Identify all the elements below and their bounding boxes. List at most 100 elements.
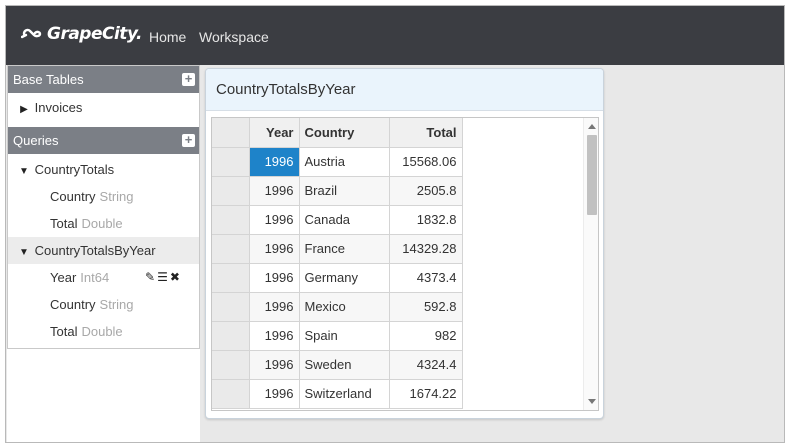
cell-total[interactable]: 14329.28: [389, 234, 463, 264]
query-result-panel: CountryTotalsByYear Year Country Total 1…: [205, 68, 604, 419]
nav-workspace-link[interactable]: Workspace: [199, 29, 269, 45]
cell-country[interactable]: Canada: [299, 205, 390, 235]
cell-total[interactable]: 15568.06: [389, 147, 463, 177]
cell-country[interactable]: Austria: [299, 147, 390, 177]
grid-corner[interactable]: [212, 118, 250, 148]
cell-year[interactable]: 1996: [249, 321, 300, 351]
sidebar-tree: Base Tables + ▶ Invoices Queries + ▼ Cou…: [7, 65, 200, 349]
field-item[interactable]: Total Double: [8, 318, 199, 345]
queries-header: Queries +: [8, 127, 199, 154]
row-header[interactable]: [212, 350, 250, 380]
row-header[interactable]: [212, 205, 250, 235]
scroll-up-arrow-icon[interactable]: [588, 124, 596, 129]
panel-header: CountryTotalsByYear: [206, 69, 603, 111]
table-row[interactable]: 1996 Austria 15568.06: [212, 147, 463, 177]
scroll-down-arrow-icon[interactable]: [588, 399, 596, 404]
caret-down-icon[interactable]: ▼: [17, 239, 31, 266]
tree-item-countrytotals[interactable]: ▼ CountryTotals: [8, 156, 199, 183]
row-header[interactable]: [212, 176, 250, 206]
column-header-total[interactable]: Total: [389, 118, 463, 148]
data-grid[interactable]: Year Country Total 1996 Austria 15568.06: [211, 117, 599, 411]
field-name: Year: [50, 270, 77, 285]
cell-country[interactable]: Spain: [299, 321, 390, 351]
cell-year[interactable]: 1996: [249, 205, 300, 235]
cell-year[interactable]: 1996: [249, 350, 300, 380]
delete-icon[interactable]: ✖: [170, 270, 182, 284]
cell-total[interactable]: 2505.8: [389, 176, 463, 206]
grid-vertical-scrollbar[interactable]: [583, 118, 598, 410]
row-header[interactable]: [212, 234, 250, 264]
scroll-thumb[interactable]: [587, 135, 597, 215]
tree-item-label: CountryTotals: [34, 162, 115, 177]
cell-year[interactable]: 1996: [249, 292, 300, 322]
table-row[interactable]: 1996 Germany 4373.4: [212, 263, 463, 293]
field-name: Country: [50, 297, 96, 312]
cell-total[interactable]: 4373.4: [389, 263, 463, 293]
tree-item-label: Invoices: [34, 100, 83, 115]
caret-down-icon[interactable]: ▼: [17, 158, 31, 185]
field-type: Double: [81, 216, 123, 231]
cell-total[interactable]: 592.8: [389, 292, 463, 322]
column-header-year[interactable]: Year: [249, 118, 300, 148]
grapecity-logo-icon: [21, 28, 42, 39]
brand-logo[interactable]: GrapeCity.: [21, 24, 142, 44]
cell-country[interactable]: Germany: [299, 263, 390, 293]
field-item[interactable]: Total Double: [8, 210, 199, 237]
cell-country[interactable]: Switzerland: [299, 379, 390, 409]
navbar: GrapeCity. Home Workspace: [6, 6, 784, 65]
column-header-country[interactable]: Country: [299, 118, 390, 148]
table-row[interactable]: 1996 France 14329.28: [212, 234, 463, 264]
row-header[interactable]: [212, 263, 250, 293]
tree-item-invoices[interactable]: ▶ Invoices: [8, 94, 199, 121]
app-window: GrapeCity. Home Workspace Base Tables + …: [5, 5, 785, 443]
field-item[interactable]: Country String: [8, 183, 199, 210]
table-row[interactable]: 1996 Mexico 592.8: [212, 292, 463, 322]
nav-home-link[interactable]: Home: [149, 29, 186, 45]
row-header[interactable]: [212, 292, 250, 322]
grid-table: Year Country Total 1996 Austria 15568.06: [212, 118, 463, 409]
cell-country[interactable]: France: [299, 234, 390, 264]
cell-total[interactable]: 4324.4: [389, 350, 463, 380]
field-item[interactable]: Country String: [8, 291, 199, 318]
edit-icon[interactable]: ✎: [145, 270, 157, 284]
table-row[interactable]: 1996 Brazil 2505.8: [212, 176, 463, 206]
cell-year[interactable]: 1996: [249, 234, 300, 264]
list-icon[interactable]: ☰: [157, 270, 170, 284]
caret-right-icon[interactable]: ▶: [17, 96, 31, 123]
row-header[interactable]: [212, 379, 250, 409]
table-row[interactable]: 1996 Canada 1832.8: [212, 205, 463, 235]
cell-country[interactable]: Mexico: [299, 292, 390, 322]
field-name: Total: [50, 216, 78, 231]
row-header[interactable]: [212, 321, 250, 351]
table-row[interactable]: 1996 Sweden 4324.4: [212, 350, 463, 380]
cell-country[interactable]: Brazil: [299, 176, 390, 206]
field-name: Total: [50, 324, 78, 339]
field-type: Double: [81, 324, 123, 339]
cell-country[interactable]: Sweden: [299, 350, 390, 380]
table-row[interactable]: 1996 Switzerland 1674.22: [212, 379, 463, 409]
add-query-icon[interactable]: +: [182, 133, 195, 147]
table-row[interactable]: 1996 Spain 982: [212, 321, 463, 351]
tree-item-countrytotalsbyyear[interactable]: ▼ CountryTotalsByYear: [8, 237, 199, 264]
query-actions: ✎☰✖: [145, 264, 182, 291]
base-tables-header: Base Tables +: [8, 66, 199, 93]
field-name: Country: [50, 189, 96, 204]
base-tables-title: Base Tables: [13, 72, 84, 87]
cell-total[interactable]: 1832.8: [389, 205, 463, 235]
field-type: String: [99, 297, 134, 312]
cell-total[interactable]: 1674.22: [389, 379, 463, 409]
field-type: Int64: [80, 270, 110, 285]
cell-year[interactable]: 1996: [249, 379, 300, 409]
queries-title: Queries: [13, 133, 59, 148]
panel-title: CountryTotalsByYear: [216, 81, 356, 98]
cell-total[interactable]: 982: [389, 321, 463, 351]
cell-year[interactable]: 1996: [249, 263, 300, 293]
brand-name: GrapeCity.: [47, 24, 142, 44]
field-item[interactable]: Year Int64 ✎☰✖: [8, 264, 199, 291]
add-base-table-icon[interactable]: +: [182, 72, 195, 86]
row-header[interactable]: [212, 147, 250, 177]
cell-year[interactable]: 1996: [249, 176, 300, 206]
cell-year[interactable]: 1996: [249, 147, 300, 177]
grid-header-row: Year Country Total: [212, 118, 463, 148]
tree-item-label: CountryTotalsByYear: [34, 243, 156, 258]
